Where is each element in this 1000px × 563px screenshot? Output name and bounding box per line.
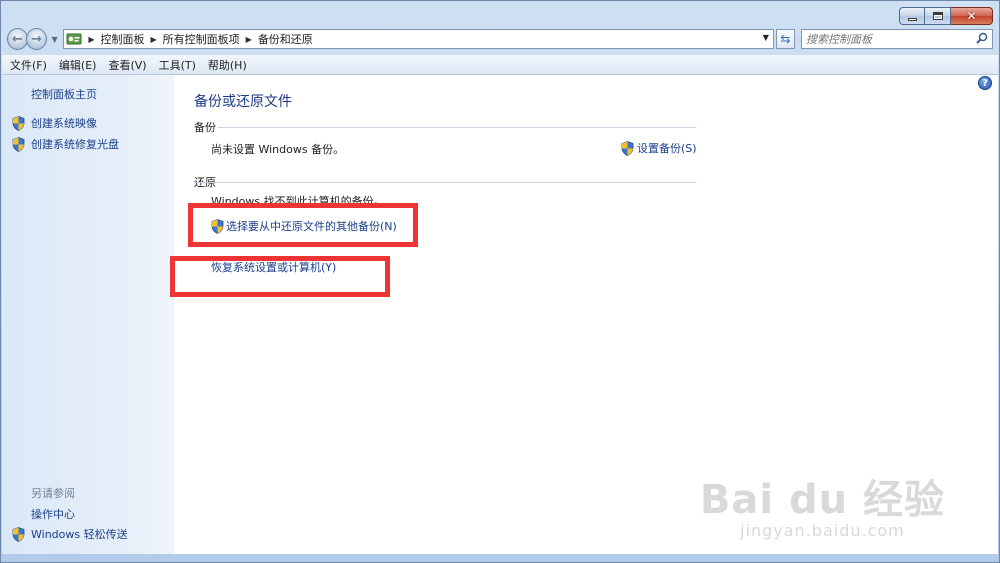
menu-bar: 文件(F) 编辑(E) 查看(V) 工具(T) 帮助(H) [2, 55, 998, 75]
restore-status-text: Windows 找不到此计算机的备份。 [211, 195, 385, 203]
menu-edit[interactable]: 编辑(E) [59, 57, 97, 73]
backup-heading: 备份 [194, 121, 216, 134]
highlight-box-other-backup [188, 203, 418, 247]
search-icon[interactable] [976, 32, 988, 47]
breadcrumb-backup-restore[interactable]: 备份和还原 [258, 31, 313, 47]
shield-icon [12, 526, 25, 542]
page-title: 备份或还原文件 [194, 94, 292, 110]
backup-divider [218, 127, 696, 128]
close-icon: ✕ [966, 9, 977, 23]
setup-backup-label: 设置备份(S) [637, 142, 697, 155]
search-box[interactable] [800, 29, 993, 49]
address-bar[interactable]: ▶ 控制面板 ▶ 所有控制面板项 ▶ 备份和还原 ▼ [63, 29, 774, 49]
forward-button[interactable]: → [25, 28, 47, 50]
create-repair-disc-link[interactable]: 创建系统修复光盘 [12, 136, 119, 152]
windows-easy-transfer-link[interactable]: Windows 轻松传送 [12, 526, 128, 542]
forward-arrow-icon: → [30, 31, 42, 47]
shield-icon [621, 140, 634, 156]
control-panel-home-link[interactable]: 控制面板主页 [31, 86, 97, 102]
breadcrumb-separator-icon[interactable]: ▶ [151, 35, 157, 44]
action-center-link[interactable]: 操作中心 [31, 506, 75, 522]
menu-view[interactable]: 查看(V) [108, 57, 146, 73]
windows-easy-transfer-label: Windows 轻松传送 [31, 528, 128, 541]
highlight-box-recover [170, 256, 390, 297]
backup-status-text: 尚未设置 Windows 备份。 [211, 143, 345, 156]
control-panel-icon [66, 31, 82, 47]
menu-file[interactable]: 文件(F) [10, 57, 47, 73]
minimize-button[interactable] [899, 7, 925, 25]
maximize-button[interactable] [925, 7, 951, 25]
refresh-icon: ⇆ [780, 32, 791, 46]
left-pane: 控制面板主页 创建系统映像 创建系统修复光盘 另请参阅 操作中心 Windows… [2, 75, 174, 554]
caption-buttons: ✕ [899, 7, 993, 25]
refresh-button[interactable]: ⇆ [775, 29, 795, 49]
menu-help[interactable]: 帮助(H) [208, 57, 247, 73]
back-arrow-icon: ← [12, 31, 23, 47]
watermark-logo: Bai du 经验 [699, 477, 945, 523]
search-input[interactable] [805, 32, 976, 46]
maximize-icon [932, 12, 943, 20]
create-repair-disc-label: 创建系统修复光盘 [31, 138, 119, 151]
minimize-icon [907, 17, 917, 21]
breadcrumb-separator-icon[interactable]: ▶ [246, 35, 252, 44]
restore-divider [194, 182, 696, 183]
shield-icon [12, 115, 25, 131]
setup-backup-link[interactable]: 设置备份(S) [621, 140, 697, 156]
baidu-watermark: Bai du 经验 jingyan.baidu.com [700, 467, 945, 540]
create-system-image-label: 创建系统映像 [31, 117, 97, 130]
recent-pages-dropdown[interactable]: ▼ [50, 35, 59, 44]
create-system-image-link[interactable]: 创建系统映像 [12, 115, 97, 131]
address-history-dropdown[interactable]: ▼ [763, 33, 769, 42]
breadcrumb-separator-icon[interactable]: ▶ [88, 35, 94, 44]
see-also-heading: 另请参阅 [31, 487, 75, 500]
explorer-window: ✕ ← → ▼ ▶ 控制面板 ▶ 所有控制面板项 ▶ 备份和还原 ▼ ⇆ 搜索控… [0, 0, 1000, 563]
menu-tools[interactable]: 工具(T) [159, 57, 196, 73]
breadcrumb-all-items[interactable]: 所有控制面板项 [163, 31, 240, 47]
help-icon[interactable]: ? [978, 76, 992, 90]
shield-icon [12, 136, 25, 152]
back-button[interactable]: ← [7, 28, 28, 50]
close-button[interactable]: ✕ [951, 7, 993, 25]
breadcrumb-control-panel[interactable]: 控制面板 [101, 31, 145, 47]
navigation-bar: ← → ▼ ▶ 控制面板 ▶ 所有控制面板项 ▶ 备份和还原 ▼ ⇆ 搜索控制面… [7, 27, 993, 51]
